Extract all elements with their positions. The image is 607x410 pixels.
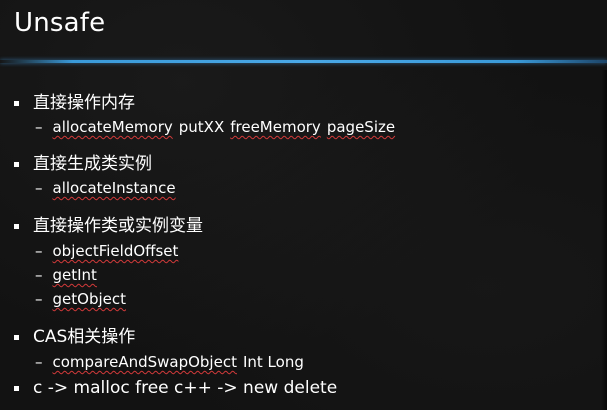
slide-title: Unsafe: [14, 8, 106, 38]
bullet-heading: 直接操作类或实例变量: [33, 216, 203, 236]
sub-item-text: getInt: [52, 266, 97, 284]
bullet-icon: [14, 385, 19, 391]
bullet-icon: [14, 161, 19, 167]
bullet-heading: 直接生成类实例: [33, 154, 152, 174]
dash-icon: –: [35, 242, 43, 260]
sub-item: – objectFieldOffset: [35, 241, 178, 261]
dash-icon: –: [35, 118, 43, 136]
bullet-section-5: c -> malloc free c++ -> new delete: [14, 377, 337, 399]
sub-item-text: objectFieldOffset: [52, 242, 179, 260]
sub-item-text: allocateMemory: [52, 118, 173, 136]
dash-icon: –: [35, 179, 43, 197]
sub-item: – allocateInstance: [35, 178, 176, 198]
dash-icon: –: [35, 266, 43, 284]
dash-icon: –: [35, 290, 43, 308]
sub-item-text: Int Long: [242, 353, 304, 371]
sub-item-text: allocateInstance: [52, 179, 176, 197]
bullet-section-1: 直接操作内存: [14, 92, 135, 114]
slide: Unsafe 直接操作内存 – allocateMemory putXX fre…: [0, 0, 607, 410]
sub-item: – getInt: [35, 265, 97, 285]
sub-item-text: freeMemory: [230, 118, 321, 136]
slide-edge-shadow: [601, 70, 607, 410]
bullet-section-4: CAS相关操作: [14, 326, 135, 348]
bullet-section-2: 直接生成类实例: [14, 153, 152, 175]
bullet-icon: [14, 223, 19, 229]
dash-icon: –: [35, 353, 43, 371]
bullet-heading: c -> malloc free c++ -> new delete: [33, 378, 338, 398]
bullet-section-3: 直接操作类或实例变量: [14, 215, 203, 237]
bullet-icon: [14, 100, 19, 106]
bullet-icon: [14, 334, 19, 340]
sub-item: – getObject: [35, 289, 126, 309]
sub-item: – compareAndSwapObject Int Long: [35, 352, 304, 372]
sub-item-text: compareAndSwapObject: [52, 353, 237, 371]
sub-item-text: pageSize: [326, 118, 396, 136]
bullet-heading: 直接操作内存: [33, 93, 135, 113]
title-divider: [0, 60, 607, 63]
sub-item: – allocateMemory putXX freeMemory pageSi…: [35, 117, 395, 137]
bullet-heading: CAS相关操作: [33, 327, 136, 347]
sub-item-text: getObject: [52, 290, 126, 308]
sub-item-text: putXX: [178, 118, 225, 136]
